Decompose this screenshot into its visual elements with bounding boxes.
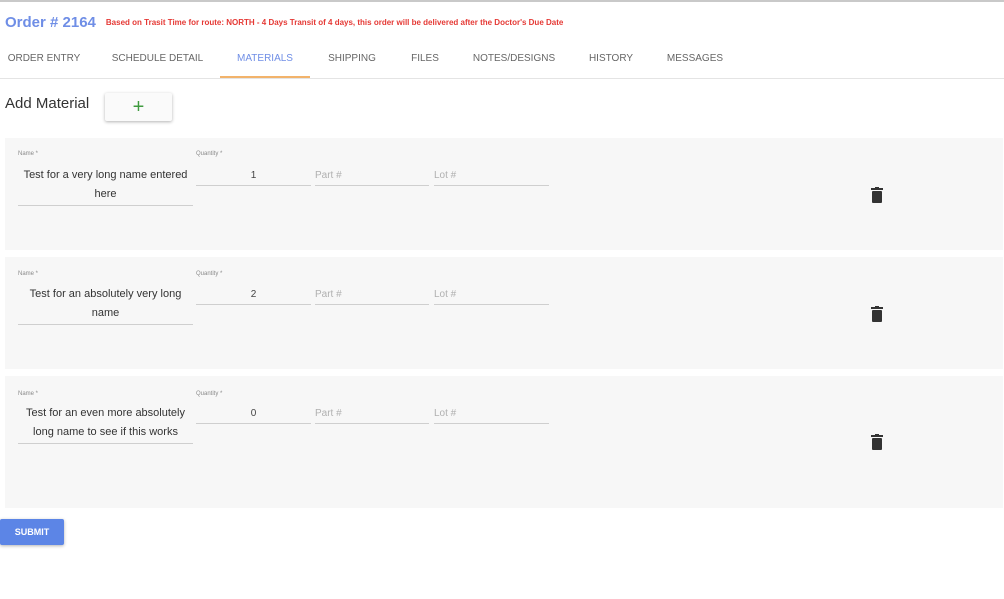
- quantity-label: Quantity *: [196, 271, 223, 277]
- part-input[interactable]: Part #: [315, 286, 429, 305]
- tab-bar: ORDER ENTRY SCHEDULE DETAIL MATERIALS SH…: [0, 42, 1004, 79]
- material-name-input[interactable]: Test for an absolutely very long name: [18, 285, 193, 325]
- plus-icon: +: [132, 96, 145, 118]
- submit-button[interactable]: SUBMIT: [0, 519, 64, 545]
- top-divider: [0, 0, 1004, 2]
- tab-notes-designs[interactable]: NOTES/DESIGNS: [462, 42, 566, 76]
- add-material-label: Add Material: [5, 95, 90, 112]
- material-row: Name * Quantity * Test for an even more …: [5, 376, 1003, 508]
- tab-shipping[interactable]: SHIPPING: [316, 42, 388, 76]
- delete-material-button[interactable]: [870, 187, 884, 203]
- delete-material-button[interactable]: [870, 434, 884, 450]
- add-material-button[interactable]: +: [105, 93, 172, 121]
- part-input[interactable]: Part #: [315, 167, 429, 186]
- lot-placeholder: Lot #: [434, 170, 457, 181]
- lot-placeholder: Lot #: [434, 289, 457, 300]
- material-row: Name * Quantity * Test for an absolutely…: [5, 257, 1003, 369]
- name-label: Name *: [18, 271, 39, 277]
- part-input[interactable]: Part #: [315, 405, 429, 424]
- quantity-label: Quantity *: [196, 151, 223, 157]
- part-placeholder: Part #: [315, 170, 342, 181]
- tab-files[interactable]: FILES: [400, 42, 450, 76]
- trash-icon: [871, 306, 883, 322]
- material-name-input[interactable]: Test for an even more absolutely long na…: [18, 404, 193, 444]
- trash-icon: [871, 187, 883, 203]
- tab-schedule-detail[interactable]: SCHEDULE DETAIL: [100, 42, 215, 76]
- trash-icon: [871, 434, 883, 450]
- tab-materials[interactable]: MATERIALS: [220, 42, 310, 78]
- part-placeholder: Part #: [315, 289, 342, 300]
- part-placeholder: Part #: [315, 408, 342, 419]
- tab-messages[interactable]: MESSAGES: [656, 42, 734, 76]
- name-label: Name *: [18, 151, 39, 157]
- material-row: Name * Quantity * Test for a very long n…: [5, 138, 1003, 250]
- lot-input[interactable]: Lot #: [434, 405, 549, 424]
- lot-input[interactable]: Lot #: [434, 286, 549, 305]
- delete-material-button[interactable]: [870, 306, 884, 322]
- order-title: Order # 2164: [5, 13, 96, 31]
- quantity-input[interactable]: 0: [196, 405, 311, 424]
- tab-history[interactable]: HISTORY: [578, 42, 644, 76]
- material-name-input[interactable]: Test for a very long name entered here: [18, 166, 193, 206]
- quantity-input[interactable]: 2: [196, 286, 311, 305]
- order-header: Order # 2164 Based on Trasit Time for ro…: [5, 12, 563, 32]
- quantity-input[interactable]: 1: [196, 167, 311, 186]
- quantity-label: Quantity *: [196, 391, 223, 397]
- lot-input[interactable]: Lot #: [434, 167, 549, 186]
- delivery-warning: Based on Trasit Time for route: NORTH - …: [105, 17, 564, 27]
- tab-order-entry[interactable]: ORDER ENTRY: [0, 42, 88, 76]
- name-label: Name *: [18, 391, 39, 397]
- lot-placeholder: Lot #: [434, 408, 457, 419]
